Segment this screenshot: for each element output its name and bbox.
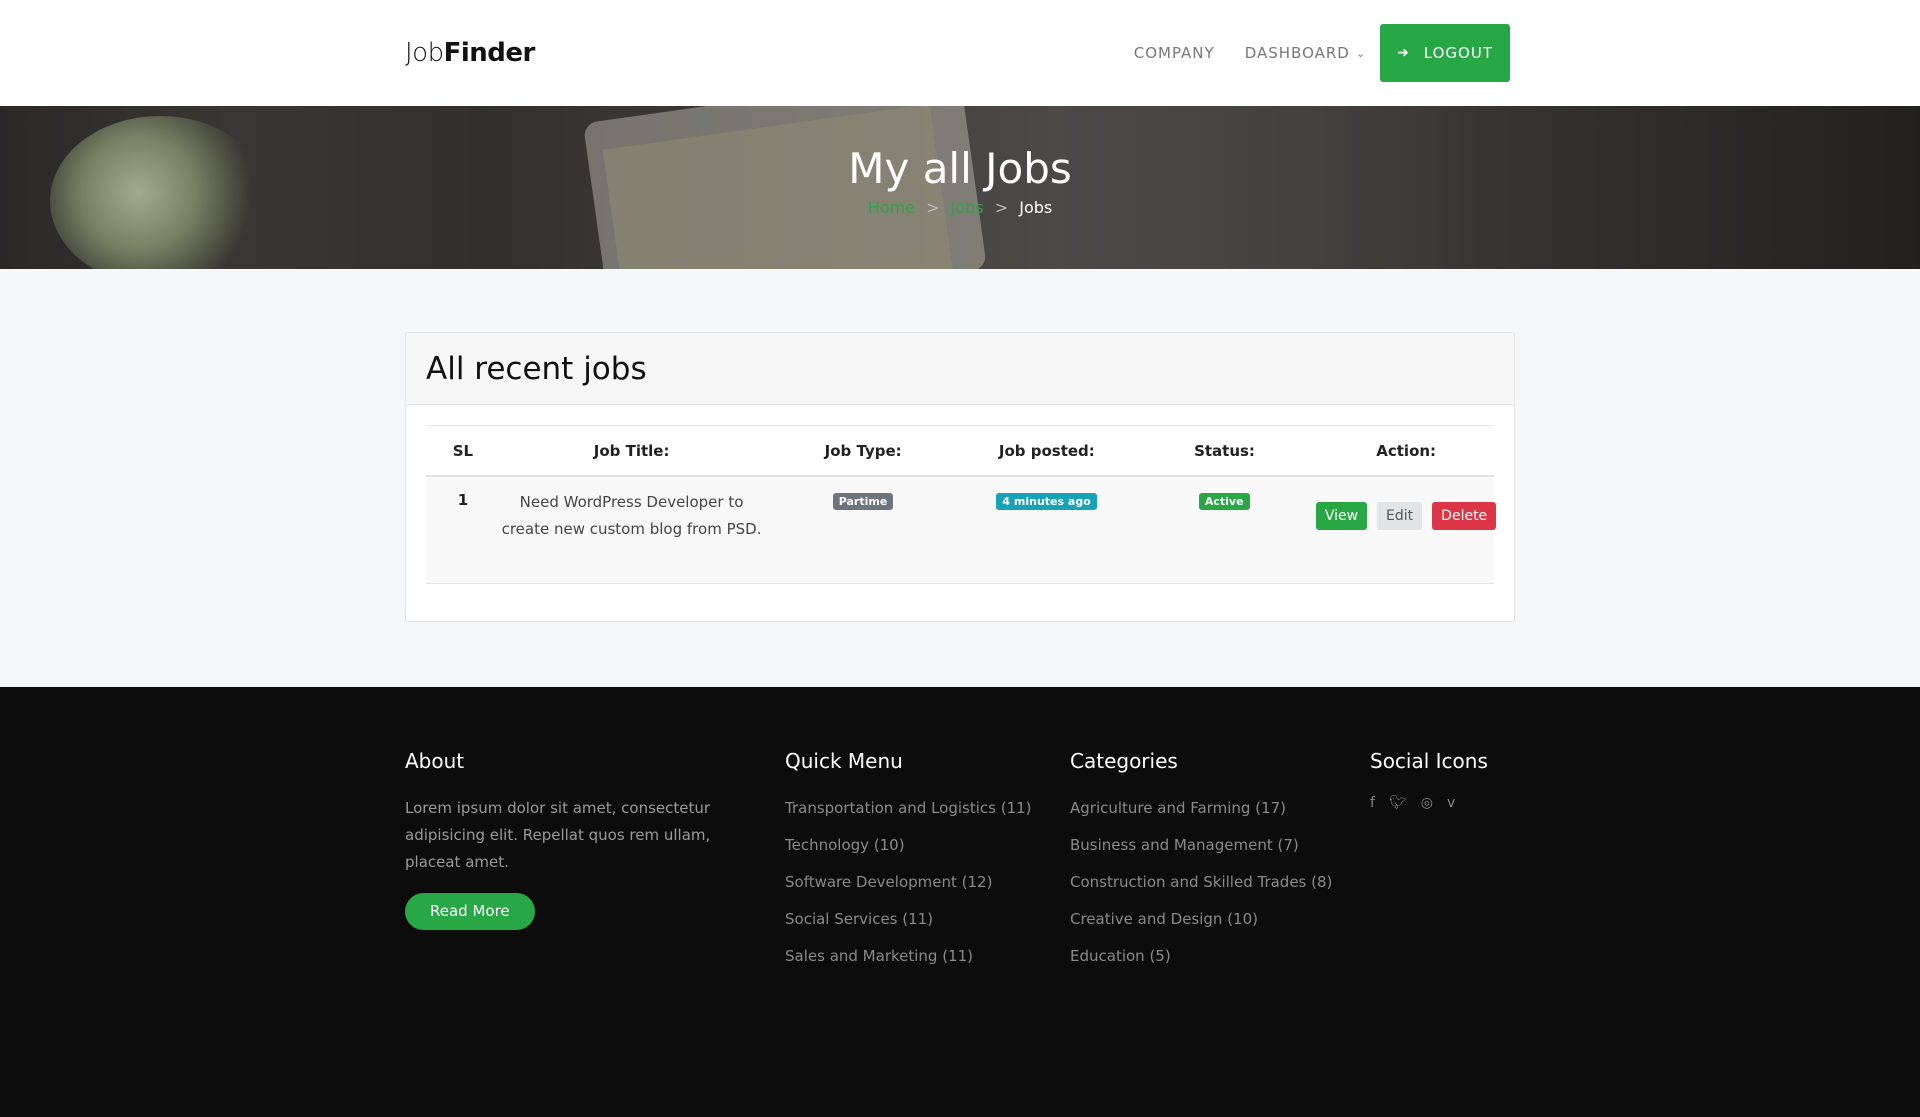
category-link[interactable]: Construction and Skilled Trades (8) <box>1070 869 1340 895</box>
logo-text-bold: Finder <box>443 38 536 68</box>
cell-job-type: Partime <box>763 477 963 583</box>
footer-about-heading: About <box>405 749 465 773</box>
breadcrumb-jobs[interactable]: Jobs <box>951 198 984 217</box>
status-badge: Active <box>1198 493 1250 510</box>
edit-button[interactable]: Edit <box>1377 502 1423 530</box>
footer-about-text: Lorem ipsum dolor sit amet, consectetur … <box>405 799 711 871</box>
facebook-icon[interactable]: f <box>1370 795 1375 811</box>
breadcrumb-separator: > <box>926 198 940 217</box>
cell-sl: 1 <box>457 491 469 509</box>
logout-button[interactable]: ➜ LOGOUT <box>1380 24 1510 82</box>
quick-menu-link[interactable]: Transportation and Logistics (11) <box>785 795 1032 821</box>
footer-social: Social Icons f 🐦︎ ◎ v <box>1370 749 1488 811</box>
col-header-status: Status: <box>1194 441 1255 460</box>
cell-status: Active <box>1130 477 1318 583</box>
twitter-icon[interactable]: 🐦︎ <box>1389 795 1407 811</box>
site-footer: About Lorem ipsum dolor sit amet, consec… <box>0 687 1920 1117</box>
sign-out-icon: ➜ <box>1397 45 1410 61</box>
cell-job-posted: 4 minutes ago <box>963 477 1131 583</box>
category-link[interactable]: Education (5) <box>1070 943 1340 969</box>
nav-dashboard-label: DASHBOARD <box>1244 44 1350 62</box>
card-header: All recent jobs <box>406 333 1514 405</box>
quick-menu-link[interactable]: Technology (10) <box>785 832 1032 858</box>
delete-button[interactable]: Delete <box>1432 502 1497 530</box>
cell-actions: View Edit Delete <box>1315 477 1497 583</box>
breadcrumb-current: Jobs <box>1019 198 1053 217</box>
main-content: All recent jobs SL Job Title: Job Type: … <box>0 269 1920 687</box>
quick-menu-link[interactable]: Social Services (11) <box>785 906 1032 932</box>
instagram-icon[interactable]: ◎ <box>1421 795 1433 811</box>
page-hero: My all Jobs Home > Jobs > Jobs <box>0 106 1920 269</box>
quick-menu-link[interactable]: Sales and Marketing (11) <box>785 943 1032 969</box>
cell-job-title: Need WordPress Developer to create new c… <box>501 493 762 538</box>
card-title: All recent jobs <box>426 350 647 387</box>
chevron-down-icon: ⌄ <box>1355 46 1367 60</box>
col-header-posted: Job posted: <box>998 441 1095 460</box>
nav-dashboard-dropdown[interactable]: DASHBOARD ⌄ <box>1245 44 1366 62</box>
col-header-title: Job Title: <box>593 441 670 460</box>
navbar: JobFinder COMPANY DASHBOARD ⌄ ➜ LOGOUT <box>0 0 1920 106</box>
quick-menu-link[interactable]: Software Development (12) <box>785 869 1032 895</box>
posted-time-badge: 4 minutes ago <box>996 493 1097 510</box>
category-link[interactable]: Business and Management (7) <box>1070 832 1340 858</box>
footer-categories-heading: Categories <box>1070 749 1178 773</box>
breadcrumb-separator: > <box>994 198 1009 217</box>
breadcrumb-home[interactable]: Home <box>868 198 915 217</box>
vimeo-icon[interactable]: v <box>1447 795 1455 811</box>
read-more-button[interactable]: Read More <box>405 893 535 930</box>
footer-quick-menu: Quick Menu Transportation and Logistics … <box>785 749 1032 980</box>
footer-about: About Lorem ipsum dolor sit amet, consec… <box>405 749 745 930</box>
category-link[interactable]: Creative and Design (10) <box>1070 906 1340 932</box>
jobs-card: All recent jobs SL Job Title: Job Type: … <box>405 332 1515 622</box>
nav-company[interactable]: COMPANY <box>1134 44 1215 62</box>
site-logo[interactable]: JobFinder <box>405 38 535 68</box>
job-type-badge: Partime <box>832 493 894 510</box>
col-header-action: Action: <box>1376 441 1437 460</box>
table-header: SL Job Title: Job Type: Job posted: Stat… <box>426 425 1494 477</box>
col-header-sl: SL <box>452 441 474 460</box>
category-link[interactable]: Agriculture and Farming (17) <box>1070 795 1340 821</box>
breadcrumb: Home > Jobs > Jobs <box>0 198 1920 217</box>
logo-text-light: Job <box>405 38 444 68</box>
page-title: My all Jobs <box>848 144 1072 193</box>
view-button[interactable]: View <box>1315 502 1368 530</box>
footer-quick-menu-heading: Quick Menu <box>785 749 903 773</box>
logout-label: LOGOUT <box>1423 44 1493 62</box>
footer-social-heading: Social Icons <box>1370 749 1488 773</box>
footer-categories: Categories Agriculture and Farming (17) … <box>1070 749 1340 980</box>
jobs-table: SL Job Title: Job Type: Job posted: Stat… <box>426 425 1497 584</box>
table-row: 1 Need WordPress Developer to create new… <box>426 477 1497 584</box>
col-header-type: Job Type: <box>824 441 902 460</box>
